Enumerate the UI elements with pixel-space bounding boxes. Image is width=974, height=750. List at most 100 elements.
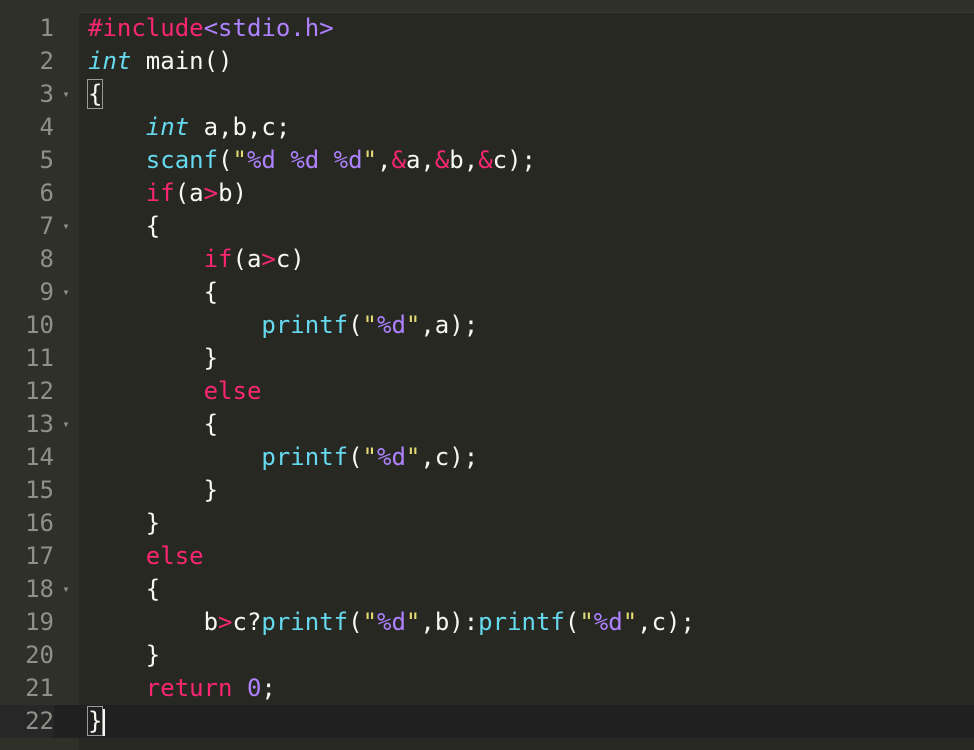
line-code[interactable]: {	[88, 408, 218, 441]
code-line[interactable]: 16 }	[0, 507, 974, 540]
code-token: }	[88, 476, 219, 504]
code-token: (	[348, 608, 363, 636]
code-token: ,	[377, 146, 392, 174]
line-number: 20	[25, 641, 54, 669]
code-token: {	[88, 212, 161, 240]
code-line[interactable]: 8 if(a>c)	[0, 243, 974, 276]
code-line[interactable]: 1 #include<stdio.h>	[0, 12, 974, 45]
line-code[interactable]: printf("%d",c);	[88, 441, 478, 474]
code-token: <stdio.h>	[203, 14, 334, 42]
code-token: }	[86, 706, 104, 736]
code-line[interactable]: 2 int main()	[0, 45, 974, 78]
line-code[interactable]: }	[88, 342, 218, 375]
code-token: "	[232, 146, 247, 174]
code-line[interactable]: 4 int a,b,c;	[0, 111, 974, 144]
line-code[interactable]: else	[88, 540, 204, 573]
line-code[interactable]: }	[88, 639, 160, 672]
line-code[interactable]: int main()	[88, 45, 233, 78]
code-token: >	[218, 608, 233, 636]
line-code[interactable]: printf("%d",a);	[88, 309, 478, 342]
fold-arrow-icon[interactable]: ▾	[59, 78, 73, 111]
code-line[interactable]: 12 else	[0, 375, 974, 408]
code-token: {	[86, 79, 104, 109]
code-token: &	[391, 146, 406, 174]
line-code[interactable]: if(a>b)	[88, 177, 247, 210]
line-number: 8	[39, 245, 54, 273]
code-token: scanf	[145, 146, 219, 174]
code-editor[interactable]: 1 #include<stdio.h> 2 int main() 3 ▾{4 int a,…	[0, 0, 974, 750]
code-token: %d	[246, 146, 276, 174]
code-token: 0	[246, 674, 262, 702]
line-code[interactable]: else	[88, 375, 262, 408]
line-code[interactable]: {	[88, 210, 160, 243]
line-code[interactable]: {	[88, 276, 218, 309]
code-token: "	[405, 443, 421, 471]
code-token: int	[145, 113, 190, 141]
code-line[interactable]: 13 ▾ {	[0, 408, 974, 441]
code-lines[interactable]: 1 #include<stdio.h> 2 int main() 3 ▾{4 int a,…	[0, 12, 974, 738]
code-line[interactable]: 3 ▾ {	[0, 78, 974, 111]
code-token: (a	[174, 179, 204, 207]
code-token: "	[362, 443, 377, 471]
code-token: &	[478, 146, 493, 174]
code-line[interactable]: 11 }	[0, 342, 974, 375]
line-code[interactable]: if(a>c)	[88, 243, 305, 276]
line-number: 7	[39, 212, 54, 240]
code-token: {	[88, 278, 219, 306]
code-token: "	[362, 608, 378, 636]
text-cursor	[103, 708, 106, 736]
line-number: 13	[25, 410, 54, 438]
line-number: 5	[39, 146, 54, 174]
line-code[interactable]: }	[88, 474, 218, 507]
code-token: &	[434, 146, 450, 174]
line-code[interactable]: }	[86, 705, 106, 738]
code-line[interactable]: 20 }	[0, 639, 974, 672]
line-code[interactable]: #include<stdio.h>	[88, 12, 334, 45]
code-line[interactable]: 5 scanf("%d %d %d",&a,&b,&c);	[0, 144, 974, 177]
line-code[interactable]: b>c?printf("%d",b):printf("%d",c);	[88, 606, 695, 639]
code-token: (a	[232, 245, 262, 273]
code-line[interactable]: 17 else	[0, 540, 974, 573]
code-token: %d	[377, 608, 406, 636]
code-line[interactable]: 18 ▾ {	[0, 573, 974, 606]
line-code[interactable]: {	[88, 573, 160, 606]
code-token: %d	[377, 443, 406, 471]
fold-arrow-icon[interactable]: ▾	[59, 408, 73, 441]
fold-arrow-icon[interactable]: ▾	[59, 210, 73, 243]
code-token: >	[203, 179, 219, 207]
code-line[interactable]: 21 return 0;	[0, 672, 974, 705]
code-token: "	[362, 311, 377, 339]
code-token: ,a);	[420, 311, 479, 339]
line-code[interactable]: {	[86, 78, 104, 111]
line-number: 17	[25, 542, 54, 570]
code-line[interactable]: 19 b>c?printf("%d",b):printf("%d",c);	[0, 606, 974, 639]
line-code[interactable]: int a,b,c;	[88, 111, 291, 144]
code-line[interactable]: 10 printf("%d",a);	[0, 309, 974, 342]
line-code[interactable]: return 0;	[88, 672, 276, 705]
code-line[interactable]: 22}	[0, 705, 974, 738]
code-line[interactable]: 14 printf("%d",c);	[0, 441, 974, 474]
code-token: >	[261, 245, 276, 273]
code-line[interactable]: 9 ▾ {	[0, 276, 974, 309]
code-line[interactable]: 15 }	[0, 474, 974, 507]
code-token: int	[88, 47, 132, 75]
fold-arrow-icon[interactable]: ▾	[59, 573, 73, 606]
code-token: %d	[377, 311, 406, 339]
code-token: %d	[290, 146, 320, 174]
line-number: 10	[25, 311, 54, 339]
line-code[interactable]: }	[88, 507, 160, 540]
code-token: ;	[261, 674, 276, 702]
code-token: }	[88, 509, 161, 537]
line-code[interactable]: scanf("%d %d %d",&a,&b,&c);	[88, 144, 536, 177]
code-line[interactable]: 6 if(a>b)	[0, 177, 974, 210]
fold-arrow-icon[interactable]: ▾	[59, 276, 73, 309]
code-token: {	[88, 410, 219, 438]
line-number: 11	[25, 344, 54, 372]
code-line[interactable]: 7 ▾ {	[0, 210, 974, 243]
